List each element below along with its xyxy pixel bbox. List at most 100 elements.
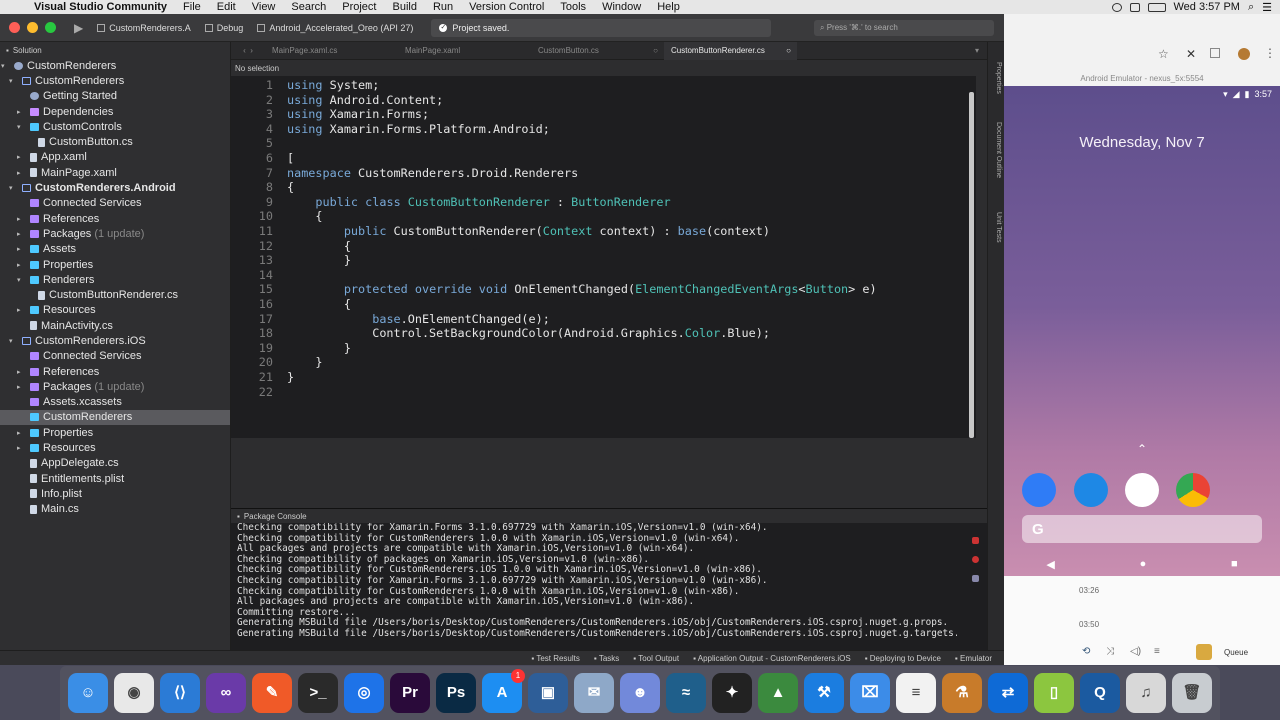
- tree-item[interactable]: ▸ Properties: [0, 425, 230, 440]
- solution-selector[interactable]: CustomRenderers.A: [97, 23, 191, 33]
- cocktail-icon[interactable]: ⚗: [942, 673, 982, 713]
- tree-item[interactable]: ▸ References: [0, 211, 230, 226]
- star-icon[interactable]: ☆: [1158, 47, 1169, 61]
- tab-mainpage-xaml-cs[interactable]: MainPage.xaml.cs: [265, 42, 398, 60]
- close-icon[interactable]: ✕: [1186, 47, 1196, 61]
- menu-search[interactable]: Search: [283, 1, 334, 13]
- status-pad-test-results[interactable]: ▪ Test Results: [531, 654, 580, 663]
- tree-item[interactable]: ▸ Dependencies: [0, 104, 230, 119]
- trash-icon[interactable]: 🗑: [1172, 673, 1212, 713]
- close-window-button[interactable]: [9, 22, 20, 33]
- tree-item[interactable]: MainActivity.cs: [0, 318, 230, 333]
- menu-project[interactable]: Project: [334, 1, 384, 13]
- document-outline-pad-tab[interactable]: Document Outline: [990, 122, 1002, 178]
- battery-icon[interactable]: [1147, 2, 1166, 12]
- device-selector[interactable]: Android_Accelerated_Oreo (API 27): [257, 23, 413, 33]
- quicktime-icon[interactable]: Q: [1080, 673, 1120, 713]
- status-pad-tasks[interactable]: ▪ Tasks: [594, 654, 619, 663]
- preview-icon[interactable]: ✉: [574, 673, 614, 713]
- finder-icon[interactable]: ☺: [68, 673, 108, 713]
- tree-item[interactable]: CustomRenderers: [0, 409, 230, 426]
- tree-item[interactable]: Entitlements.plist: [0, 471, 230, 486]
- run-icon[interactable]: ▶: [74, 21, 83, 35]
- menu-app-name[interactable]: Visual Studio Community: [26, 1, 175, 13]
- spotlight-icon[interactable]: ⌕: [1248, 1, 1254, 14]
- tree-item[interactable]: ▾ CustomRenderers: [0, 58, 230, 73]
- wifi-icon[interactable]: [1129, 2, 1140, 12]
- menu-run[interactable]: Run: [425, 1, 461, 13]
- status-pad-application-output-customrenderers-ios[interactable]: ▪ Application Output - CustomRenderers.i…: [693, 654, 851, 663]
- code-editor[interactable]: 1 using System; 2 using Android.Content; 3 us…: [231, 76, 976, 438]
- android-home-screen[interactable]: ▾ ◢ ▮ 3:57 Wednesday, Nov 7 ⌃ G ◀ ● ■: [1004, 86, 1280, 576]
- menu-edit[interactable]: Edit: [209, 1, 244, 13]
- menu-help[interactable]: Help: [649, 1, 688, 13]
- recents-icon[interactable]: ■: [1231, 558, 1238, 570]
- textedit-icon[interactable]: ≡: [896, 673, 936, 713]
- tree-item[interactable]: ▸ Resources: [0, 303, 230, 318]
- zoom-window-button[interactable]: [45, 22, 56, 33]
- tree-item[interactable]: ▸ MainPage.xaml: [0, 165, 230, 180]
- app-drawer-chevron-icon[interactable]: ⌃: [1004, 442, 1280, 456]
- play-store-app-icon[interactable]: [1125, 473, 1159, 507]
- unit-tests-pad-tab[interactable]: Unit Tests: [990, 212, 1002, 243]
- tree-item[interactable]: CustomButton.cs: [0, 134, 230, 149]
- tree-item[interactable]: Connected Services: [0, 196, 230, 211]
- tab-nav-arrows-icon[interactable]: ‹ ›: [231, 46, 265, 55]
- shuffle-icon[interactable]: ⤨: [1106, 646, 1114, 657]
- record-icon[interactable]: [1111, 2, 1122, 12]
- properties-pad-tab[interactable]: Properties: [990, 62, 1002, 94]
- tree-item[interactable]: Main.cs: [0, 502, 230, 517]
- disclosure-collapsed-icon[interactable]: ▸: [17, 215, 21, 223]
- equalizer-icon[interactable]: ≡: [1154, 646, 1160, 657]
- tab-custombuttonrenderer-cs[interactable]: CustomButtonRenderer.cs ○: [664, 41, 797, 60]
- configuration-selector[interactable]: Debug: [204, 23, 243, 33]
- package-console-output[interactable]: Checking compatibility for Xamarin.Forms…: [237, 523, 957, 647]
- tree-item[interactable]: ▸ References: [0, 364, 230, 379]
- disclosure-collapsed-icon[interactable]: ▸: [17, 368, 21, 376]
- tree-item[interactable]: CustomButtonRenderer.cs: [0, 287, 230, 302]
- android-studio-icon[interactable]: ▲: [758, 673, 798, 713]
- tree-item[interactable]: Getting Started: [0, 89, 230, 104]
- tree-item[interactable]: ▸ Packages (1 update): [0, 379, 230, 394]
- account-icon[interactable]: [1238, 48, 1250, 60]
- queue-label[interactable]: Queue: [1224, 648, 1248, 657]
- messages-app-icon[interactable]: [1074, 473, 1108, 507]
- tree-item[interactable]: ▸ Assets: [0, 242, 230, 257]
- tab-close-icon[interactable]: ○: [653, 46, 658, 55]
- phone-app-icon[interactable]: [1022, 473, 1056, 507]
- tree-item[interactable]: ▾ CustomRenderers: [0, 73, 230, 88]
- virtualbox-icon[interactable]: ▣: [528, 673, 568, 713]
- status-pad-deploying-to-device[interactable]: ▪ Deploying to Device: [865, 654, 941, 663]
- editor-scrollbar[interactable]: [969, 92, 974, 438]
- disclosure-expanded-icon[interactable]: ▾: [1, 62, 5, 70]
- disclosure-collapsed-icon[interactable]: ▸: [17, 429, 21, 437]
- teamviewer-icon[interactable]: ⇄: [988, 673, 1028, 713]
- photoshop-icon[interactable]: Ps: [436, 673, 476, 713]
- xcode-icon[interactable]: ⚒: [804, 673, 844, 713]
- volume-icon[interactable]: ◁): [1130, 646, 1141, 657]
- menu-version-control[interactable]: Version Control: [461, 1, 552, 13]
- discord-icon[interactable]: ☻: [620, 673, 660, 713]
- tree-item[interactable]: ▾ CustomRenderers.Android: [0, 180, 230, 195]
- menu-window[interactable]: Window: [594, 1, 649, 13]
- clear-icon[interactable]: [971, 556, 979, 563]
- menu-view[interactable]: View: [244, 1, 284, 13]
- tab-mainpage-xaml[interactable]: MainPage.xaml: [398, 42, 531, 60]
- tree-item[interactable]: ▾ CustomRenderers.iOS: [0, 333, 230, 348]
- repeat-icon[interactable]: ⟲: [1082, 646, 1090, 657]
- tree-item[interactable]: ▸ App.xaml: [0, 150, 230, 165]
- tree-item[interactable]: Info.plist: [0, 486, 230, 501]
- menu-file[interactable]: File: [175, 1, 209, 13]
- tree-item[interactable]: Connected Services: [0, 349, 230, 364]
- disclosure-expanded-icon[interactable]: ▾: [17, 123, 21, 131]
- disclosure-collapsed-icon[interactable]: ▸: [17, 153, 21, 161]
- tree-item[interactable]: ▾ Renderers: [0, 272, 230, 287]
- menubar-clock[interactable]: Wed 3:57 PM: [1174, 1, 1240, 13]
- paw-icon[interactable]: ✎: [252, 673, 292, 713]
- google-search-bar[interactable]: G: [1022, 515, 1262, 543]
- maps-icon[interactable]: ◎: [344, 673, 384, 713]
- menu-tools[interactable]: Tools: [552, 1, 594, 13]
- simulator-icon[interactable]: ⌧: [850, 673, 890, 713]
- tree-item[interactable]: Assets.xcassets: [0, 395, 230, 410]
- tab-overflow-icon[interactable]: ▾: [975, 46, 979, 55]
